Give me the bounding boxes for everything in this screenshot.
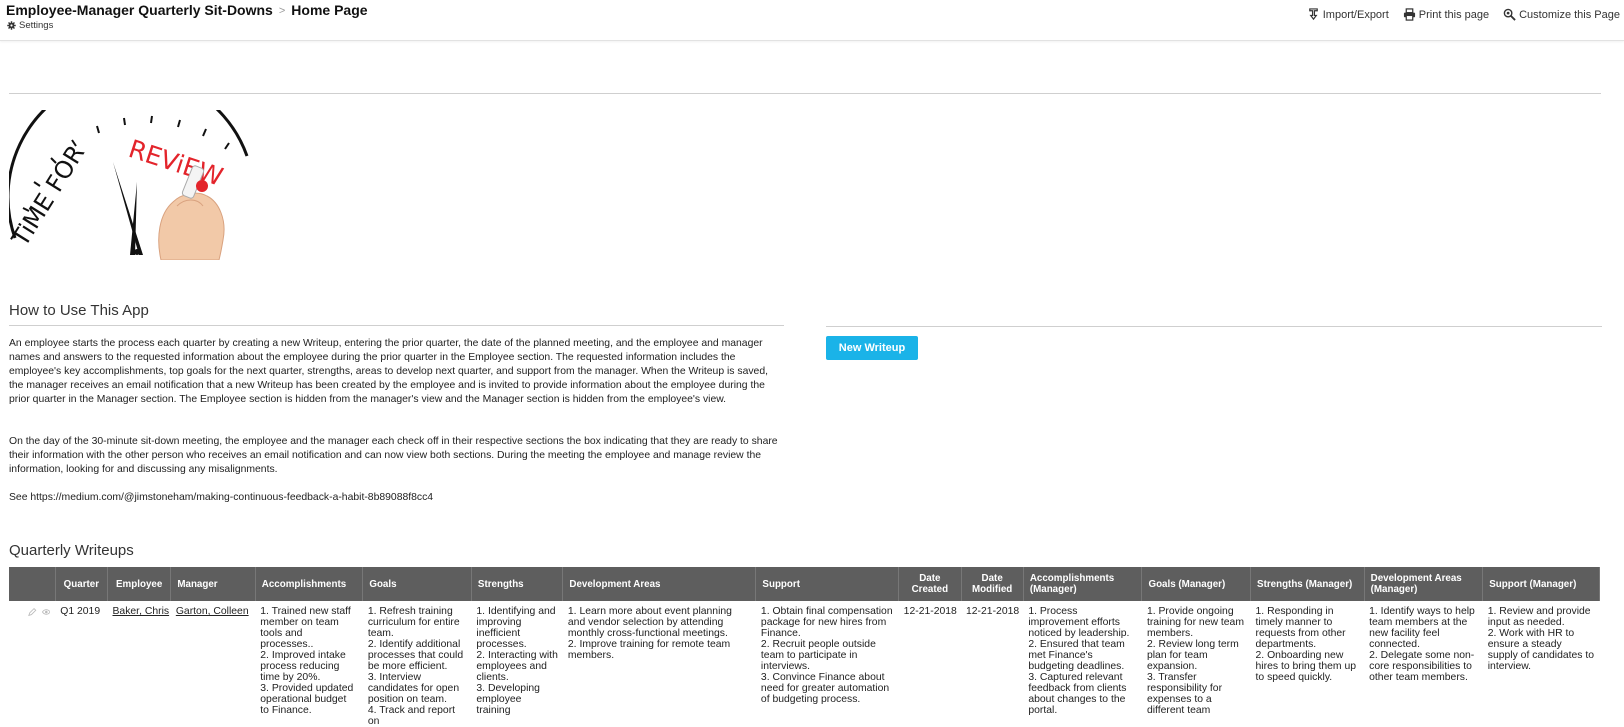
column-header[interactable]: Employee (107, 567, 172, 601)
import-export-icon (1308, 8, 1318, 21)
goals-manager-cell: 1. Provide ongoing training for new team… (1146, 606, 1244, 716)
how-to-paragraph: On the day of the 30-minute sit-down mee… (9, 436, 778, 475)
how-to-paragraph: An employee starts the process each quar… (9, 338, 768, 405)
gear-icon (7, 21, 16, 30)
column-header[interactable]: Accomplishments (Manager) (1023, 567, 1143, 601)
import-export-button[interactable]: Import/Export (1307, 8, 1389, 21)
column-header[interactable]: Strengths (Manager) (1250, 567, 1365, 601)
customize-label: Customize this Page (1519, 8, 1620, 21)
writeups-table: Quarter Employee Manager Accomplishments… (9, 567, 1600, 727)
divider (826, 326, 1602, 327)
how-to-heading: How to Use This App (9, 302, 149, 319)
breadcrumb: Employee-Manager Quarterly Sit-Downs > Hom… (6, 2, 368, 18)
table-row: Q1 2019 Baker, Chris Garton, Colleen 1. … (9, 601, 1600, 727)
writeups-heading: Quarterly Writeups (9, 542, 134, 559)
column-header[interactable]: Development Areas (562, 567, 757, 601)
column-header[interactable]: Date Created (898, 567, 962, 601)
column-header[interactable]: Goals (Manager) (1141, 567, 1252, 601)
time-for-review-logo: TiME FOR REViEW (9, 110, 249, 260)
logo-text-black: TiME FOR (9, 140, 90, 252)
print-icon (1403, 8, 1415, 21)
settings-link[interactable]: Settings (7, 20, 53, 31)
page-title: Home Page (291, 2, 368, 18)
development-areas-manager-cell: 1. Identify ways to help team members at… (1369, 606, 1475, 683)
column-header[interactable]: Manager (170, 567, 256, 601)
manager-link[interactable]: Garton, Colleen (176, 606, 249, 617)
app-title-link[interactable]: Employee-Manager Quarterly Sit-Downs (6, 2, 273, 18)
column-header[interactable]: Support (755, 567, 900, 601)
column-header[interactable]: Strengths (471, 567, 564, 601)
support-cell: 1. Obtain final compensation package for… (760, 606, 893, 705)
table-header-row: Quarter Employee Manager Accomplishments… (9, 567, 1600, 601)
view-eye-icon[interactable] (41, 607, 51, 617)
page-actions: Import/Export Print this page Customize … (1307, 8, 1620, 21)
column-header[interactable]: Development Areas (Manager) (1364, 567, 1484, 601)
row-actions-cell (9, 601, 55, 727)
support-manager-cell: 1. Review and provide input as needed. 2… (1487, 606, 1595, 672)
divider (9, 325, 784, 326)
manager-cell: Garton, Colleen (171, 601, 255, 727)
employee-link[interactable]: Baker, Chris (113, 606, 170, 617)
customize-button[interactable]: Customize this Page (1503, 8, 1620, 21)
employee-cell: Baker, Chris (108, 601, 171, 727)
date-created-cell: 12-21-2018 (903, 606, 957, 617)
development-areas-cell: 1. Learn more about event planning and v… (567, 606, 732, 661)
edit-icon[interactable] (28, 607, 37, 617)
column-header[interactable]: Support (Manager) (1482, 567, 1600, 601)
goals-cell: 1. Refresh training curriculum for entir… (367, 606, 464, 727)
column-header (9, 567, 56, 601)
column-header[interactable]: Quarter (55, 567, 109, 601)
top-bar: Employee-Manager Quarterly Sit-Downs > Hom… (0, 0, 1624, 41)
column-header[interactable]: Goals (362, 567, 472, 601)
print-label: Print this page (1418, 8, 1490, 21)
logo-text-red: REViEW (125, 134, 226, 192)
accomplishments-manager-cell: 1. Process improvement efforts noticed b… (1028, 606, 1130, 716)
reference-link[interactable]: See https://medium.com/@jimstoneham/maki… (9, 491, 784, 505)
column-header[interactable]: Accomplishments (255, 567, 364, 601)
breadcrumb-separator: > (278, 5, 286, 17)
date-modified-cell: 12-21-2018 (966, 606, 1020, 617)
settings-label: Settings (19, 20, 54, 31)
divider (9, 93, 1601, 94)
strengths-manager-cell: 1. Responding in timely manner to reques… (1255, 606, 1357, 683)
import-export-label: Import/Export (1322, 8, 1389, 21)
print-button[interactable]: Print this page (1403, 8, 1489, 21)
new-writeup-button[interactable]: New Writeup (826, 336, 918, 360)
accomplishments-cell: 1. Trained new staff member on team tool… (260, 606, 354, 716)
customize-icon (1503, 8, 1516, 21)
quarter-cell: Q1 2019 (60, 606, 101, 617)
strengths-cell: 1. Identifying and improving inefficient… (476, 606, 558, 716)
column-header[interactable]: Date Modified (961, 567, 1024, 601)
